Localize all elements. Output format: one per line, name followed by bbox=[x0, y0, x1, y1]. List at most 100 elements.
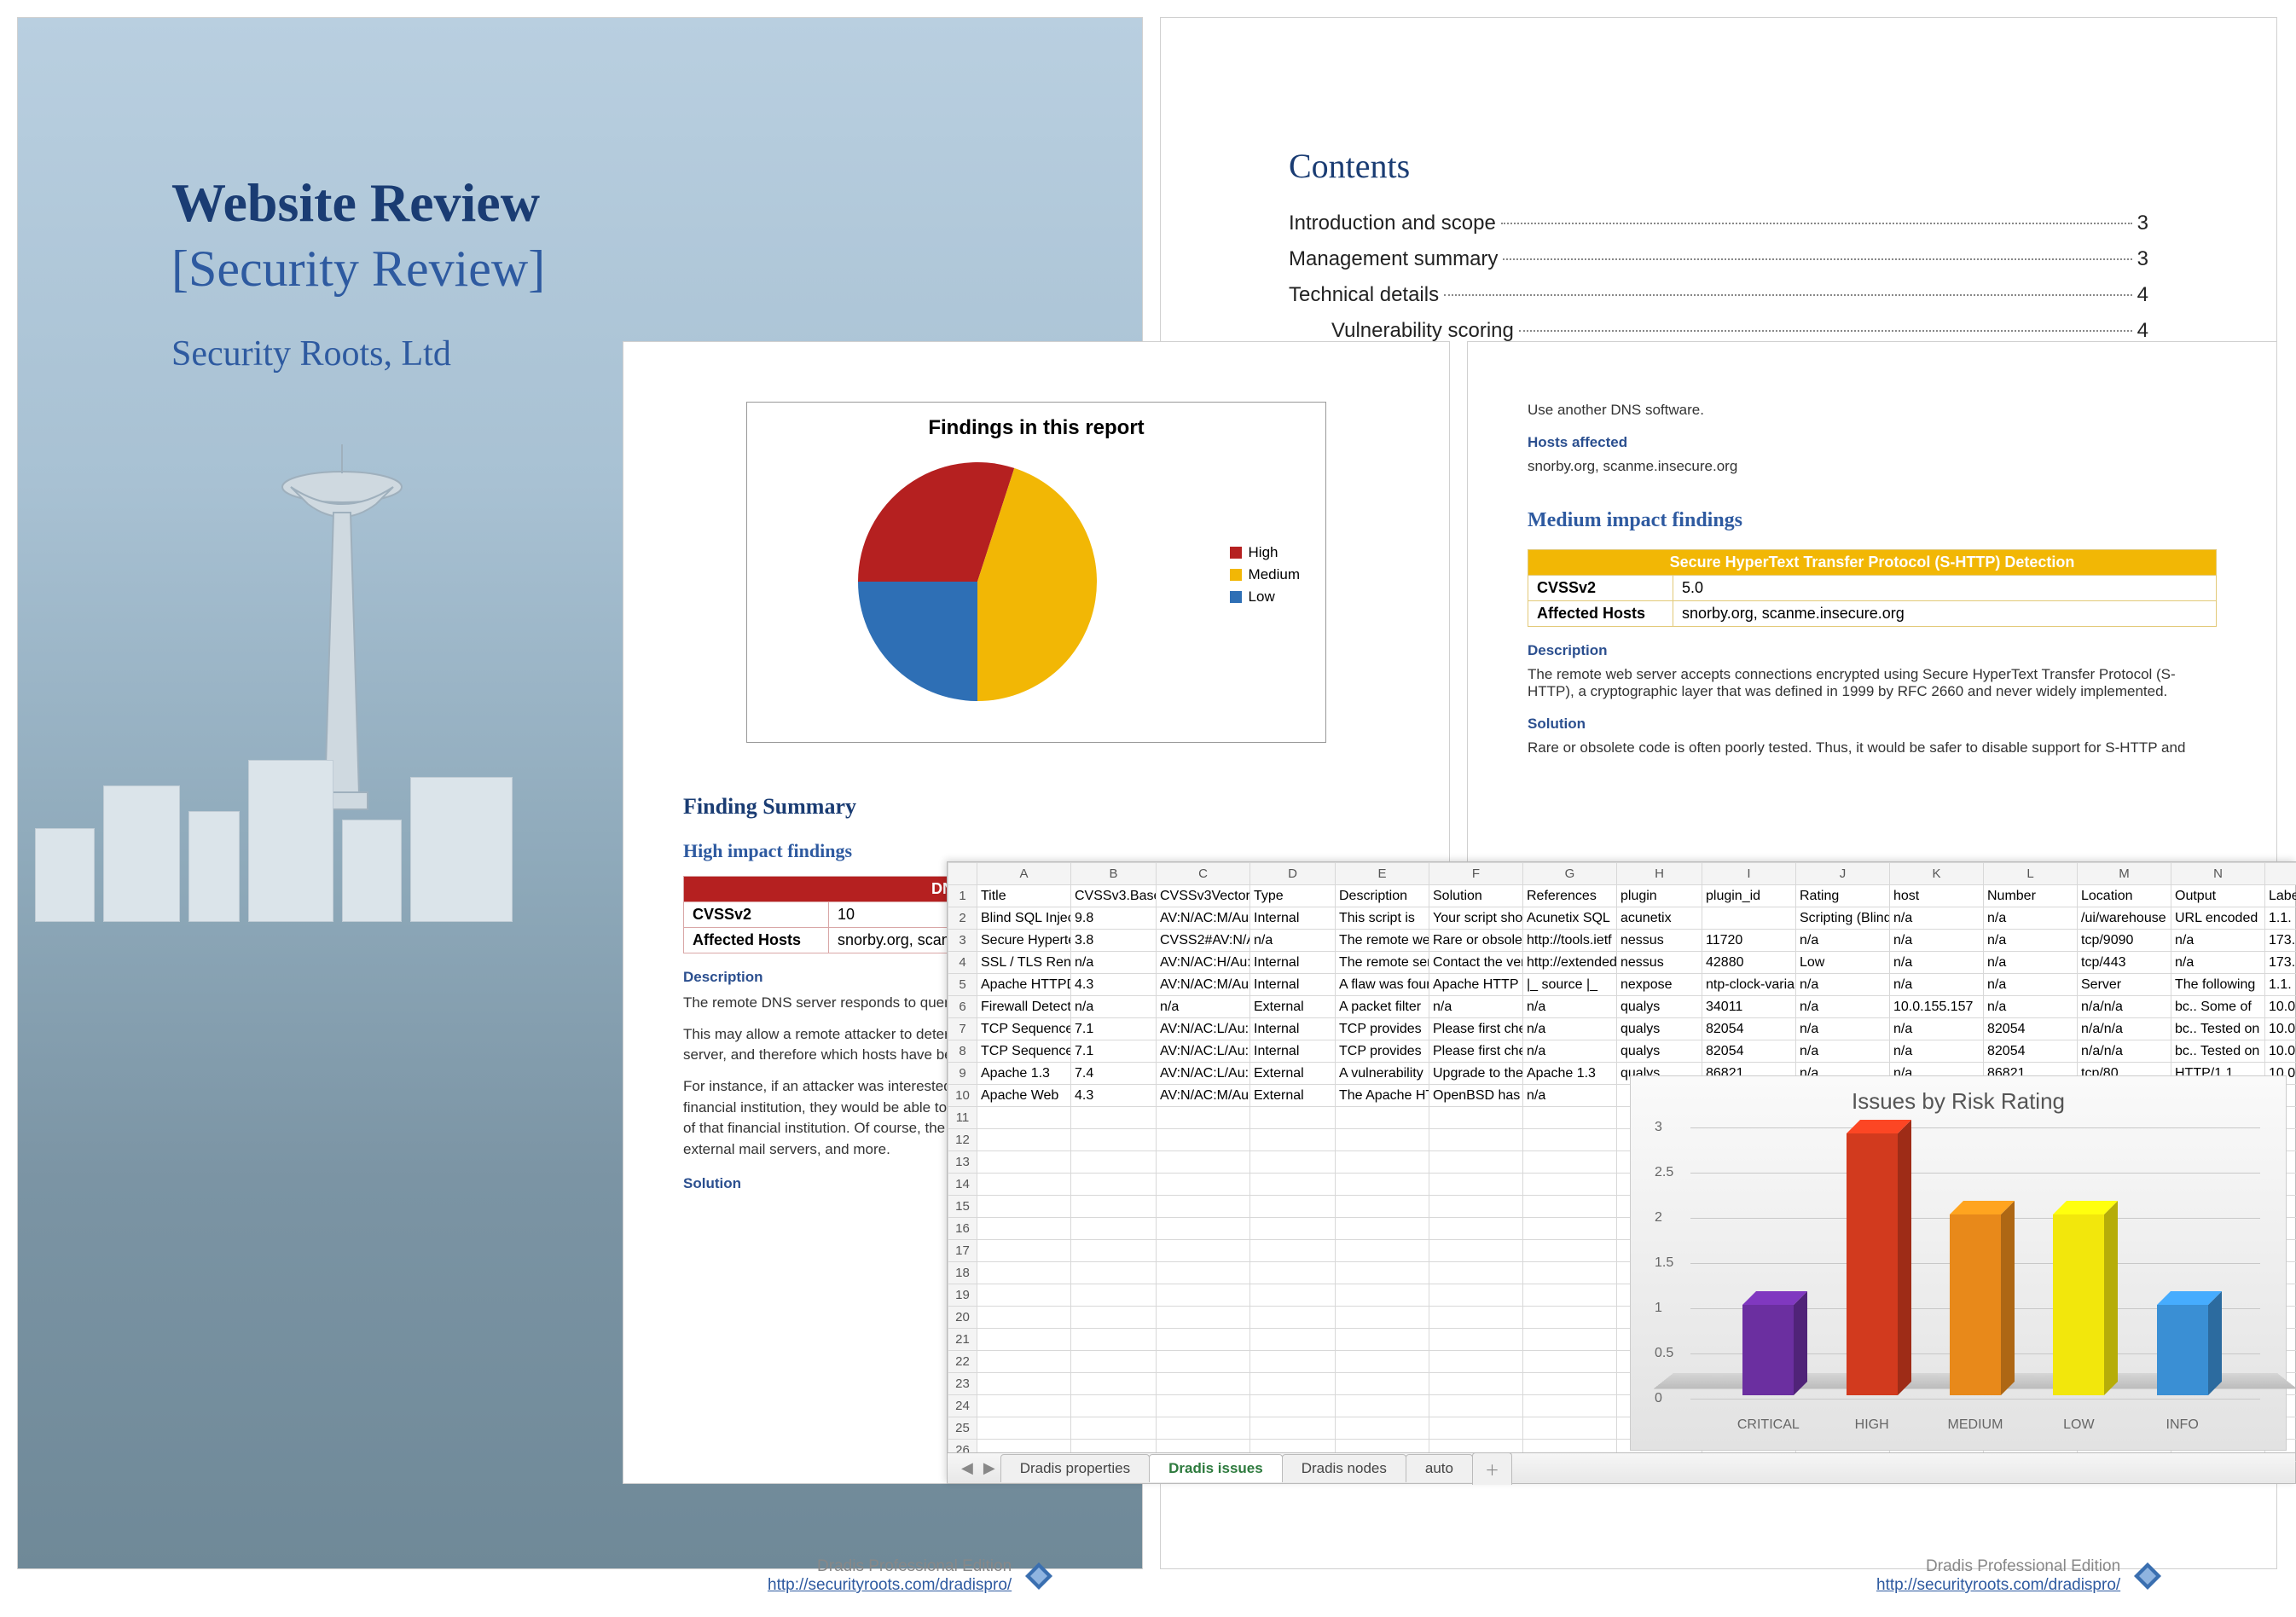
cell[interactable] bbox=[1250, 1373, 1336, 1395]
cell[interactable] bbox=[1071, 1151, 1157, 1174]
cell[interactable]: A flaw was found bbox=[1336, 974, 1429, 996]
column-header[interactable]: G bbox=[1523, 863, 1617, 885]
column-header[interactable]: L bbox=[1984, 863, 2078, 885]
cell[interactable] bbox=[1429, 1417, 1523, 1440]
cell[interactable] bbox=[1429, 1262, 1523, 1284]
header-cell[interactable]: Number bbox=[1984, 885, 2078, 907]
cell[interactable] bbox=[977, 1417, 1071, 1440]
cell[interactable] bbox=[1336, 1284, 1429, 1307]
cell[interactable]: tcp/9090 bbox=[2078, 930, 2171, 952]
cell[interactable]: 82054 bbox=[1702, 1018, 1796, 1040]
cell[interactable] bbox=[1071, 1417, 1157, 1440]
cell[interactable]: n/a bbox=[1796, 1018, 1890, 1040]
cell[interactable]: Apache 1.3 bbox=[977, 1063, 1071, 1085]
column-header[interactable]: I bbox=[1702, 863, 1796, 885]
column-header[interactable]: E bbox=[1336, 863, 1429, 885]
cell[interactable] bbox=[1429, 1151, 1523, 1174]
cell[interactable] bbox=[1250, 1329, 1336, 1351]
cell[interactable]: bc.. Tested on bbox=[2171, 1040, 2265, 1063]
cell[interactable]: The following bbox=[2171, 974, 2265, 996]
cell[interactable] bbox=[1157, 1196, 1250, 1218]
column-header[interactable]: K bbox=[1890, 863, 1984, 885]
header-cell[interactable]: CVSSv3.BaseScore bbox=[1071, 885, 1157, 907]
cell[interactable] bbox=[1250, 1262, 1336, 1284]
cell[interactable]: TCP provides bbox=[1336, 1040, 1429, 1063]
cell[interactable] bbox=[1429, 1351, 1523, 1373]
cell[interactable]: Please first check bbox=[1429, 1018, 1523, 1040]
cell[interactable]: External bbox=[1250, 1085, 1336, 1107]
cell[interactable]: 173. bbox=[2265, 952, 2296, 974]
toc-row[interactable]: Technical details4 bbox=[1289, 283, 2148, 307]
cell[interactable] bbox=[1429, 1196, 1523, 1218]
cell[interactable]: External bbox=[1250, 1063, 1336, 1085]
cell[interactable] bbox=[1250, 1395, 1336, 1417]
cell[interactable]: 10.0 bbox=[2265, 996, 2296, 1018]
cell[interactable]: AV:N/AC:M/Au:N bbox=[1157, 1085, 1250, 1107]
cell[interactable]: n/a bbox=[1984, 974, 2078, 996]
cell[interactable] bbox=[1157, 1307, 1250, 1329]
header-cell[interactable]: plugin_id bbox=[1702, 885, 1796, 907]
cell[interactable] bbox=[1250, 1196, 1336, 1218]
cell[interactable]: nessus bbox=[1617, 952, 1702, 974]
cell[interactable]: 34011 bbox=[1702, 996, 1796, 1018]
cell[interactable] bbox=[1429, 1129, 1523, 1151]
column-header[interactable]: J bbox=[1796, 863, 1890, 885]
cell[interactable] bbox=[1336, 1351, 1429, 1373]
cell[interactable] bbox=[1523, 1373, 1617, 1395]
cell[interactable] bbox=[1157, 1107, 1250, 1129]
cell[interactable] bbox=[1336, 1395, 1429, 1417]
cell[interactable]: n/a bbox=[1984, 996, 2078, 1018]
cell[interactable]: 7.4 bbox=[1071, 1063, 1157, 1085]
cell[interactable] bbox=[977, 1262, 1071, 1284]
cell[interactable]: nexpose bbox=[1617, 974, 1702, 996]
cell[interactable]: Internal bbox=[1250, 1040, 1336, 1063]
cell[interactable] bbox=[1157, 1240, 1250, 1262]
cell[interactable]: n/a bbox=[1890, 1018, 1984, 1040]
column-header[interactable]: C bbox=[1157, 863, 1250, 885]
cell[interactable] bbox=[977, 1307, 1071, 1329]
cell[interactable]: acunetix bbox=[1617, 907, 1702, 930]
cell[interactable] bbox=[977, 1395, 1071, 1417]
cell[interactable]: n/a bbox=[1523, 996, 1617, 1018]
cell[interactable]: bc.. Tested on bbox=[2171, 1018, 2265, 1040]
sheet-tab[interactable]: Dradis properties bbox=[1000, 1454, 1150, 1482]
cell[interactable]: 82054 bbox=[1984, 1018, 2078, 1040]
cell[interactable]: 3.8 bbox=[1071, 930, 1157, 952]
cell[interactable]: n/a bbox=[1429, 996, 1523, 1018]
cell[interactable] bbox=[1523, 1151, 1617, 1174]
cell[interactable]: qualys bbox=[1617, 1040, 1702, 1063]
cell[interactable]: A packet filter bbox=[1336, 996, 1429, 1018]
cell[interactable] bbox=[1071, 1373, 1157, 1395]
cell[interactable]: 7.1 bbox=[1071, 1018, 1157, 1040]
cell[interactable]: Internal bbox=[1250, 974, 1336, 996]
sheet-tab[interactable]: Dradis issues bbox=[1149, 1454, 1283, 1482]
header-cell[interactable]: Label bbox=[2265, 885, 2296, 907]
cell[interactable] bbox=[1157, 1174, 1250, 1196]
cell[interactable] bbox=[1071, 1174, 1157, 1196]
column-header[interactable]: A bbox=[977, 863, 1071, 885]
cell[interactable]: 10.0.155.157 bbox=[1890, 996, 1984, 1018]
cell[interactable] bbox=[1157, 1417, 1250, 1440]
cell[interactable] bbox=[1157, 1129, 1250, 1151]
cell[interactable]: n/a bbox=[1796, 930, 1890, 952]
cell[interactable]: n/a bbox=[2171, 952, 2265, 974]
column-header[interactable]: N bbox=[2171, 863, 2265, 885]
cell[interactable]: n/a bbox=[1890, 1040, 1984, 1063]
cell[interactable]: Please first check bbox=[1429, 1040, 1523, 1063]
cell[interactable]: Contact the vendor bbox=[1429, 952, 1523, 974]
cell[interactable] bbox=[1157, 1329, 1250, 1351]
cell[interactable] bbox=[1523, 1395, 1617, 1417]
cell[interactable]: Apache 1.3 bbox=[1523, 1063, 1617, 1085]
cell[interactable] bbox=[1523, 1196, 1617, 1218]
cell[interactable]: Server bbox=[2078, 974, 2171, 996]
column-header[interactable]: B bbox=[1071, 863, 1157, 885]
cell[interactable]: Apache Web bbox=[977, 1085, 1071, 1107]
cell[interactable]: 9.8 bbox=[1071, 907, 1157, 930]
cell[interactable] bbox=[1250, 1284, 1336, 1307]
cell[interactable] bbox=[1071, 1240, 1157, 1262]
cell[interactable]: n/a bbox=[1523, 1018, 1617, 1040]
cell[interactable] bbox=[977, 1196, 1071, 1218]
cell[interactable]: bc.. Some of bbox=[2171, 996, 2265, 1018]
cell[interactable]: n/a/n/a bbox=[2078, 1018, 2171, 1040]
cell[interactable]: Rare or obsolete bbox=[1429, 930, 1523, 952]
